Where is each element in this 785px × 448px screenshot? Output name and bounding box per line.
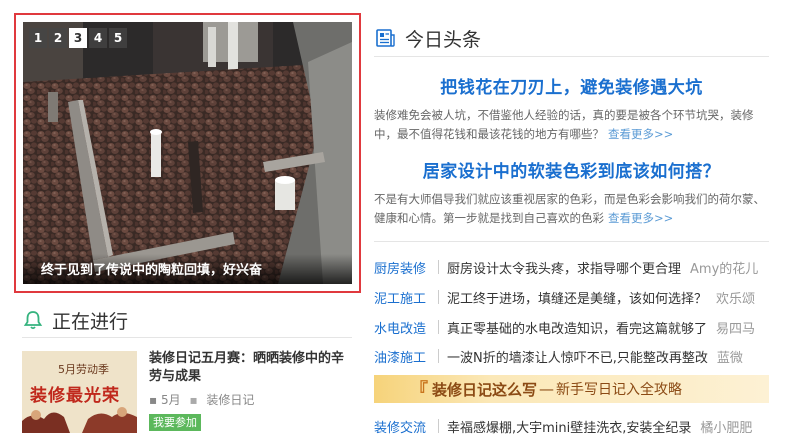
read-more-link[interactable]: 查看更多>>	[608, 127, 673, 141]
progress-item-title[interactable]: 装修日记五月赛：晒晒装修中的辛劳与成果	[149, 350, 349, 386]
progress-meta: ▪ 5月 ▪ 装修日记	[149, 391, 254, 408]
headline-title[interactable]: 把钱花在刀刃上，避免装修遇大坑	[374, 73, 769, 98]
slide-dot-4[interactable]: 4	[89, 28, 107, 48]
category-link[interactable]: 厨房装修	[374, 258, 434, 277]
slide-caption[interactable]: 终于见到了传说中的陶粒回填，好兴奋	[23, 254, 352, 284]
post-link[interactable]: 真正零基础的水电改造知识，看完这篇就够了	[447, 318, 707, 337]
image-slider[interactable]: 1 2 3 4 5 终于见到了传说中的陶粒回填，好兴奋	[14, 13, 361, 293]
progress-header: 正在进行	[22, 303, 352, 338]
post-link[interactable]: 泥工终于进场，填缝还是美缝，该如何选择？	[447, 288, 707, 307]
slide-photo	[23, 22, 352, 284]
diary-guide-banner[interactable]: 『 装修日记这么写 — 新手写日记入全攻略	[374, 375, 769, 403]
post-author[interactable]: 橘小肥肥	[700, 417, 752, 436]
headline-desc-text: 不是有大师倡导我们就应该重视居家的色彩，而是色彩会影响我们的荷尔蒙、健康和心情。…	[374, 192, 765, 225]
post-link[interactable]: 幸福感爆棚,大宇mini壁挂洗衣,安装全纪录	[447, 417, 691, 436]
list-item: 泥工施工 泥工终于进场，填缝还是美缝，该如何选择？ 欢乐颂	[374, 286, 769, 308]
progress-month: 5月	[160, 393, 181, 407]
category-link[interactable]: 装修交流	[374, 417, 434, 436]
divider	[374, 241, 769, 242]
headlines-title: 今日头条	[405, 28, 482, 51]
banner-dash: —	[539, 380, 555, 398]
progress-item: 5月劳动季 装修最光荣 装修日记五月赛：晒晒装修中的辛劳与成果 ▪ 5月 ▪ 装…	[22, 348, 352, 438]
divider	[438, 419, 439, 433]
slide-dot-1[interactable]: 1	[29, 28, 47, 48]
newspaper-icon	[376, 29, 395, 47]
headline-article: 把钱花在刀刃上，避免装修遇大坑 装修难免会被人坑，不借鉴他人经验的话，真的要是被…	[374, 73, 769, 144]
post-author[interactable]: 欢乐颂	[716, 288, 755, 307]
headline-desc: 不是有大师倡导我们就应该重视居家的色彩，而是色彩会影响我们的荷尔蒙、健康和心情。…	[374, 190, 769, 228]
headline-title[interactable]: 居家设计中的软装色彩到底该如何搭？	[374, 157, 769, 182]
meta-separator: ▪	[149, 393, 158, 407]
divider	[438, 320, 439, 334]
poster-subtitle: 5月劳动季	[58, 363, 109, 376]
list-item: 装修交流 幸福感爆棚,大宇mini壁挂洗衣,安装全纪录 橘小肥肥	[374, 415, 769, 437]
progress-title: 正在进行	[52, 310, 129, 333]
slide-dot-3[interactable]: 3	[69, 28, 87, 48]
post-link[interactable]: 一波N折的墙漆让人惊吓不已,只能整改再整改	[447, 347, 708, 366]
slide-pagination: 1 2 3 4 5	[29, 28, 127, 48]
read-more-link[interactable]: 查看更多>>	[608, 211, 673, 225]
divider	[438, 290, 439, 304]
list-item: 水电改造 真正零基础的水电改造知识，看完这篇就够了 易四马	[374, 316, 769, 338]
poster-figures	[22, 407, 137, 433]
category-link[interactable]: 油漆施工	[374, 347, 434, 366]
list-item: 油漆施工 一波N折的墙漆让人惊吓不已,只能整改再整改 蓝微	[374, 345, 769, 367]
bell-icon	[23, 311, 43, 330]
headline-article: 居家设计中的软装色彩到底该如何搭？ 不是有大师倡导我们就应该重视居家的色彩，而是…	[374, 157, 769, 228]
progress-category[interactable]: 装修日记	[206, 393, 254, 407]
headline-desc: 装修难免会被人坑，不借鉴他人经验的话，真的要是被各个环节坑哭，装修中，最不值得花…	[374, 106, 769, 144]
list-item: 厨房装修 厨房设计太令我头疼，求指导哪个更合理 Amy的花儿	[374, 256, 769, 278]
post-author[interactable]: 蓝微	[717, 347, 743, 366]
category-link[interactable]: 泥工施工	[374, 288, 434, 307]
quote-mark-icon: 『	[410, 380, 428, 401]
banner-subtitle: 新手写日记入全攻略	[556, 382, 683, 398]
event-poster[interactable]: 5月劳动季 装修最光荣	[22, 351, 137, 433]
slide-dot-2[interactable]: 2	[49, 28, 67, 48]
slide-image[interactable]: 1 2 3 4 5 终于见到了传说中的陶粒回填，好兴奋	[23, 22, 352, 284]
category-link[interactable]: 水电改造	[374, 318, 434, 337]
post-author[interactable]: 易四马	[716, 318, 755, 337]
banner-title: 装修日记这么写	[432, 380, 538, 399]
divider	[438, 349, 439, 363]
post-link[interactable]: 厨房设计太令我头疼，求指导哪个更合理	[447, 258, 681, 277]
slide-dot-5[interactable]: 5	[109, 28, 127, 48]
meta-separator: ▪	[189, 393, 198, 407]
headlines-header: 今日头条	[374, 20, 769, 57]
join-button[interactable]: 我要参加	[149, 414, 201, 431]
divider	[438, 260, 439, 274]
post-author[interactable]: Amy的花儿	[690, 258, 758, 277]
headline-desc-text: 装修难免会被人坑，不借鉴他人经验的话，真的要是被各个环节坑哭，装修中，最不值得花…	[374, 108, 754, 141]
